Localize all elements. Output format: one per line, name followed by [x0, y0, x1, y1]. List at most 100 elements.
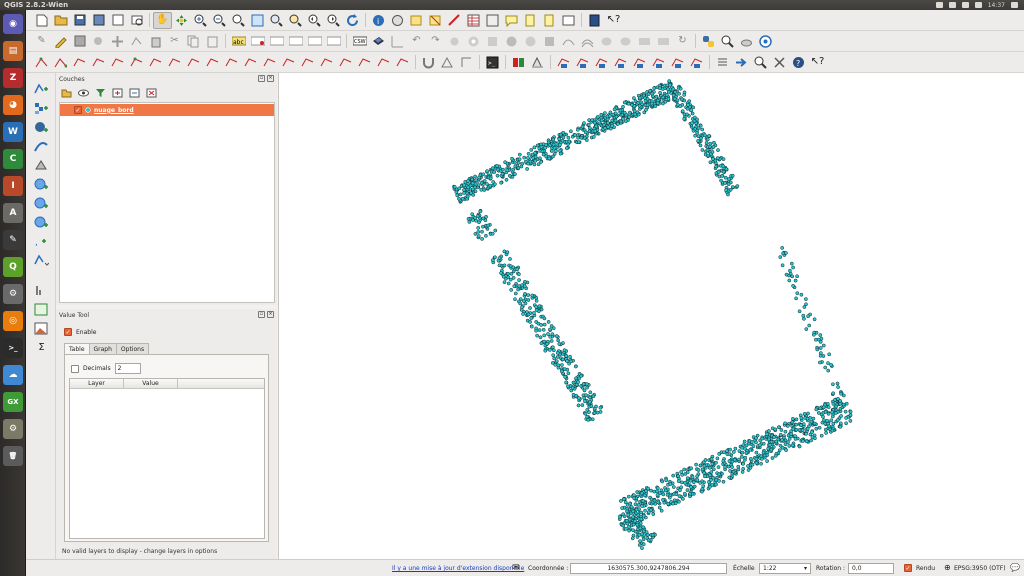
filter-legend-icon[interactable]: [93, 87, 107, 99]
offset-tool-icon[interactable]: [222, 54, 241, 71]
launcher-filezilla-icon[interactable]: Z: [3, 68, 23, 88]
show-bookmarks-icon[interactable]: [540, 12, 559, 29]
add-node-icon[interactable]: [184, 54, 203, 71]
magnifier-icon[interactable]: [751, 54, 770, 71]
new-shapefile-icon[interactable]: [32, 252, 51, 269]
add-feature-icon[interactable]: [89, 33, 108, 50]
terminal-icon[interactable]: >_: [483, 54, 502, 71]
digitize-point-icon[interactable]: [279, 54, 298, 71]
zoom-to-selection-icon[interactable]: [286, 12, 305, 29]
close-panel-icon[interactable]: ×: [267, 75, 274, 82]
trim-extend-icon[interactable]: [241, 54, 260, 71]
add-text-layer-icon[interactable]: [32, 282, 51, 299]
text-annotation-icon[interactable]: [559, 12, 578, 29]
cut-features-icon[interactable]: ✂: [165, 33, 184, 50]
enable-checkbox[interactable]: ✓: [64, 328, 72, 336]
map-tips-icon[interactable]: [502, 12, 521, 29]
add-circle-icon[interactable]: [51, 54, 70, 71]
rotate-symbols-icon[interactable]: ↻: [673, 33, 692, 50]
label-rotate-icon[interactable]: [305, 33, 324, 50]
add-wcs-layer-icon[interactable]: [32, 195, 51, 212]
launcher-gx-icon[interactable]: GX: [3, 392, 23, 412]
launcher-files-icon[interactable]: ▤: [3, 41, 23, 61]
current-edits-icon[interactable]: ✎: [32, 33, 51, 50]
rotate-feature-icon[interactable]: [203, 54, 222, 71]
analysis-tools-icon[interactable]: [388, 33, 407, 50]
launcher-blender-icon[interactable]: ◎: [3, 311, 23, 331]
undo-icon[interactable]: ↶: [407, 33, 426, 50]
pan-to-selection-icon[interactable]: [172, 12, 191, 29]
label-show-hide-icon[interactable]: [267, 33, 286, 50]
snap-tool-icon[interactable]: [355, 54, 374, 71]
launcher-writer-icon[interactable]: W: [3, 122, 23, 142]
launcher-dash-icon[interactable]: ◉: [3, 14, 23, 34]
layer-tree[interactable]: ✓ nuage_bord: [59, 102, 275, 303]
zoom-to-layer-icon[interactable]: [267, 12, 286, 29]
launcher-terminal-icon[interactable]: >_: [3, 338, 23, 358]
copy-features-icon[interactable]: [184, 33, 203, 50]
add-delimited-text-icon[interactable]: ,: [32, 233, 51, 250]
new-bookmark-icon[interactable]: [521, 12, 540, 29]
value-table[interactable]: Layer Value: [69, 378, 265, 539]
expand-all-icon[interactable]: [110, 87, 124, 99]
delete-ring-icon[interactable]: [521, 33, 540, 50]
openlayers-icon[interactable]: [369, 33, 388, 50]
move-feature-icon[interactable]: [108, 33, 127, 50]
float-panel-icon[interactable]: ▫: [258, 311, 265, 318]
crs-status-button[interactable]: EPSG:3950 (OTF): [954, 565, 1006, 572]
geo-search-icon[interactable]: [756, 33, 775, 50]
vector-split-icon[interactable]: [592, 54, 611, 71]
toggle-editing-icon[interactable]: [51, 33, 70, 50]
add-image-layer-icon[interactable]: [32, 320, 51, 337]
save-as-icon[interactable]: [89, 12, 108, 29]
vector-dissolve-icon[interactable]: [649, 54, 668, 71]
move-node-icon[interactable]: [127, 54, 146, 71]
add-circular-string-icon[interactable]: [32, 54, 51, 71]
add-wfs-layer-icon[interactable]: [32, 214, 51, 231]
launcher-cloud-icon[interactable]: ☁: [3, 365, 23, 385]
extend-line-icon[interactable]: [374, 54, 393, 71]
collapse-all-icon[interactable]: [127, 87, 141, 99]
vector-merge-icon[interactable]: [573, 54, 592, 71]
clock[interactable]: 14:37: [988, 2, 1005, 9]
offset-curve-icon[interactable]: [578, 33, 597, 50]
attribute-table-icon[interactable]: [464, 12, 483, 29]
layer-labeling-icon[interactable]: abc: [229, 33, 248, 50]
column-header-value[interactable]: Value: [124, 379, 178, 388]
save-project-icon[interactable]: [70, 12, 89, 29]
merge-features-icon[interactable]: [635, 33, 654, 50]
save-edits-icon[interactable]: [70, 33, 89, 50]
vector-union-icon[interactable]: [668, 54, 687, 71]
map-canvas[interactable]: [278, 73, 1024, 559]
deselect-icon[interactable]: [426, 12, 445, 29]
add-postgis-layer-icon[interactable]: [32, 119, 51, 136]
zoom-next-icon[interactable]: [324, 12, 343, 29]
close-panel-icon[interactable]: ×: [267, 311, 274, 318]
add-part-icon[interactable]: [483, 33, 502, 50]
scale-combobox[interactable]: 1:22 ▾: [759, 563, 811, 574]
plugin-icon[interactable]: [737, 33, 756, 50]
field-calculator-icon[interactable]: [483, 12, 502, 29]
tracing-icon[interactable]: [457, 54, 476, 71]
remove-layer-icon[interactable]: [144, 87, 158, 99]
parallel-line-icon[interactable]: [393, 54, 412, 71]
add-spatialite-layer-icon[interactable]: [32, 138, 51, 155]
zoom-full-icon[interactable]: [248, 12, 267, 29]
delete-selected-icon[interactable]: [146, 33, 165, 50]
merge-attributes-icon[interactable]: [654, 33, 673, 50]
volume-icon[interactable]: [974, 2, 982, 8]
redo-icon[interactable]: ↷: [426, 33, 445, 50]
help-contents-icon[interactable]: [585, 12, 604, 29]
decimals-spinbox[interactable]: 2: [114, 363, 141, 374]
spline-tool-icon[interactable]: [260, 54, 279, 71]
add-ring-icon[interactable]: [464, 33, 483, 50]
delete-part-icon[interactable]: [540, 33, 559, 50]
split-parts-icon[interactable]: [616, 33, 635, 50]
list-icon[interactable]: [713, 54, 732, 71]
zoom-out-icon[interactable]: [210, 12, 229, 29]
new-print-composer-icon[interactable]: [108, 12, 127, 29]
paste-features-icon[interactable]: [203, 33, 222, 50]
composer-manager-icon[interactable]: [127, 12, 146, 29]
sum-icon[interactable]: Σ: [32, 339, 51, 356]
zoom-last-icon[interactable]: [305, 12, 324, 29]
